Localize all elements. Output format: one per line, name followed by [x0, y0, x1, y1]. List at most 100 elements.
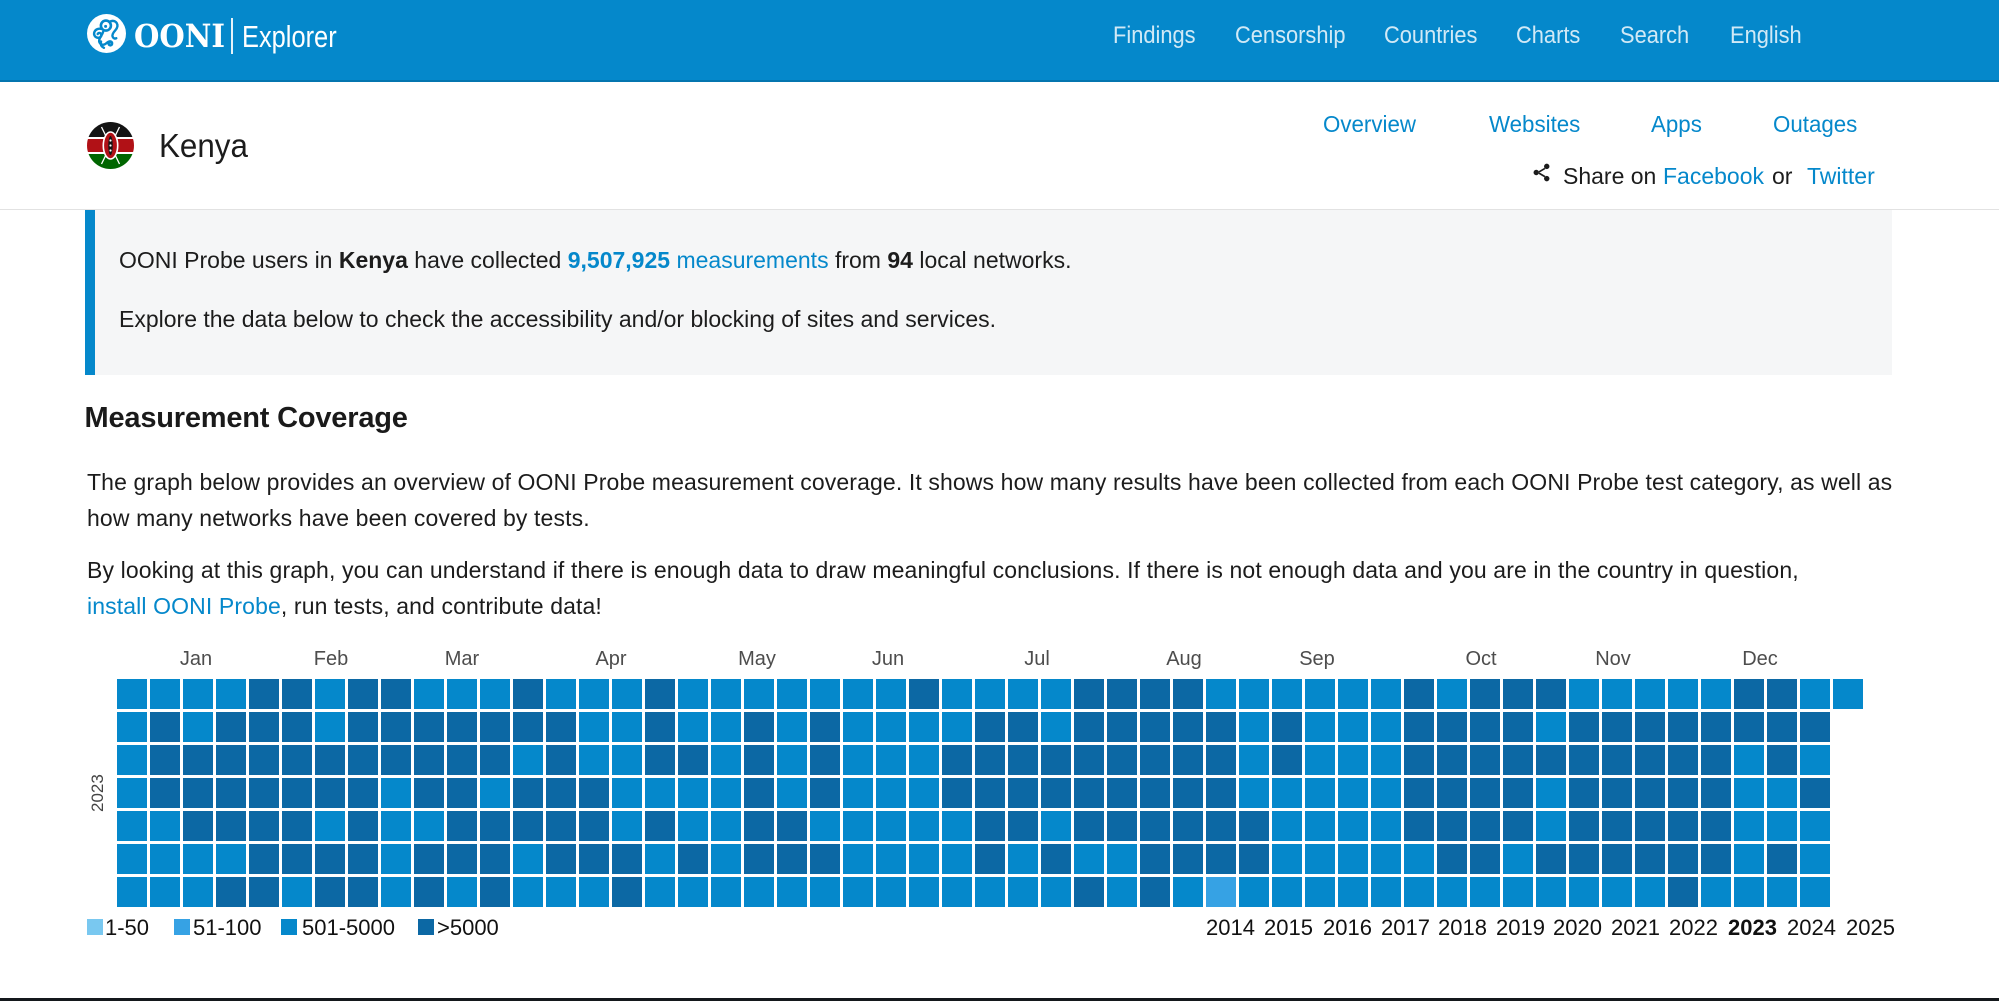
heatmap-cell-w28d1[interactable]: [1008, 679, 1038, 709]
heatmap-cell-w51d4[interactable]: [1767, 778, 1797, 808]
heatmap-cell-w38d1[interactable]: [1338, 679, 1368, 709]
heatmap-cell-w2d6[interactable]: [150, 844, 180, 874]
heatmap-cell-w34d6[interactable]: [1206, 844, 1236, 874]
year-axis-2015[interactable]: 2015: [1264, 917, 1313, 939]
heatmap-cell-w42d4[interactable]: [1470, 778, 1500, 808]
heatmap-cell-w45d5[interactable]: [1569, 811, 1599, 841]
heatmap-cell-w34d1[interactable]: [1206, 679, 1236, 709]
heatmap-cell-w17d6[interactable]: [645, 844, 675, 874]
heatmap-cell-w39d2[interactable]: [1371, 712, 1401, 742]
heatmap-cell-w11d5[interactable]: [447, 811, 477, 841]
heatmap-cell-w28d2[interactable]: [1008, 712, 1038, 742]
heatmap-cell-w11d2[interactable]: [447, 712, 477, 742]
heatmap-cell-w31d6[interactable]: [1107, 844, 1137, 874]
heatmap-cell-w27d6[interactable]: [975, 844, 1005, 874]
heatmap-cell-w10d3[interactable]: [414, 745, 444, 775]
heatmap-cell-w12d1[interactable]: [480, 679, 510, 709]
heatmap-cell-w42d2[interactable]: [1470, 712, 1500, 742]
heatmap-cell-w30d1[interactable]: [1074, 679, 1104, 709]
heatmap-cell-w46d1[interactable]: [1602, 679, 1632, 709]
heatmap-cell-w34d5[interactable]: [1206, 811, 1236, 841]
heatmap-cell-w51d2[interactable]: [1767, 712, 1797, 742]
heatmap-cell-w27d3[interactable]: [975, 745, 1005, 775]
heatmap-cell-w14d4[interactable]: [546, 778, 576, 808]
heatmap-cell-w20d7[interactable]: [744, 877, 774, 907]
heatmap-cell-w41d3[interactable]: [1437, 745, 1467, 775]
heatmap-cell-w46d2[interactable]: [1602, 712, 1632, 742]
heatmap-cell-w49d1[interactable]: [1701, 679, 1731, 709]
heatmap-cell-w16d2[interactable]: [612, 712, 642, 742]
heatmap-cell-w7d6[interactable]: [315, 844, 345, 874]
heatmap-cell-w33d3[interactable]: [1173, 745, 1203, 775]
heatmap-cell-w18d4[interactable]: [678, 778, 708, 808]
heatmap-cell-w17d7[interactable]: [645, 877, 675, 907]
heatmap-cell-w15d3[interactable]: [579, 745, 609, 775]
heatmap-cell-w39d5[interactable]: [1371, 811, 1401, 841]
heatmap-cell-w26d7[interactable]: [942, 877, 972, 907]
heatmap-cell-w34d3[interactable]: [1206, 745, 1236, 775]
heatmap-cell-w3d4[interactable]: [183, 778, 213, 808]
heatmap-cell-w24d2[interactable]: [876, 712, 906, 742]
heatmap-cell-w45d2[interactable]: [1569, 712, 1599, 742]
heatmap-cell-w42d6[interactable]: [1470, 844, 1500, 874]
heatmap-cell-w53d1[interactable]: [1833, 679, 1863, 709]
heatmap-cell-w26d5[interactable]: [942, 811, 972, 841]
heatmap-cell-w28d7[interactable]: [1008, 877, 1038, 907]
heatmap-cell-w42d3[interactable]: [1470, 745, 1500, 775]
heatmap-cell-w22d2[interactable]: [810, 712, 840, 742]
heatmap-cell-w12d3[interactable]: [480, 745, 510, 775]
heatmap-cell-w48d1[interactable]: [1668, 679, 1698, 709]
heatmap-cell-w19d4[interactable]: [711, 778, 741, 808]
heatmap-cell-w38d7[interactable]: [1338, 877, 1368, 907]
heatmap-cell-w4d1[interactable]: [216, 679, 246, 709]
heatmap-cell-w35d6[interactable]: [1239, 844, 1269, 874]
heatmap-cell-w23d3[interactable]: [843, 745, 873, 775]
heatmap-cell-w36d7[interactable]: [1272, 877, 1302, 907]
heatmap-cell-w52d2[interactable]: [1800, 712, 1830, 742]
heatmap-cell-w12d7[interactable]: [480, 877, 510, 907]
heatmap-cell-w52d5[interactable]: [1800, 811, 1830, 841]
heatmap-cell-w1d1[interactable]: [117, 679, 147, 709]
year-axis-2018[interactable]: 2018: [1438, 917, 1487, 939]
heatmap-cell-w5d1[interactable]: [249, 679, 279, 709]
heatmap-cell-w36d3[interactable]: [1272, 745, 1302, 775]
heatmap-cell-w26d6[interactable]: [942, 844, 972, 874]
heatmap-cell-w25d6[interactable]: [909, 844, 939, 874]
heatmap-cell-w4d4[interactable]: [216, 778, 246, 808]
heatmap-cell-w7d3[interactable]: [315, 745, 345, 775]
heatmap-cell-w7d7[interactable]: [315, 877, 345, 907]
heatmap-cell-w3d3[interactable]: [183, 745, 213, 775]
heatmap-cell-w50d3[interactable]: [1734, 745, 1764, 775]
year-axis-2017[interactable]: 2017: [1381, 917, 1430, 939]
heatmap-cell-w21d3[interactable]: [777, 745, 807, 775]
heatmap-cell-w40d5[interactable]: [1404, 811, 1434, 841]
heatmap-cell-w23d1[interactable]: [843, 679, 873, 709]
heatmap-cell-w47d4[interactable]: [1635, 778, 1665, 808]
heatmap-cell-w47d6[interactable]: [1635, 844, 1665, 874]
heatmap-cell-w44d5[interactable]: [1536, 811, 1566, 841]
heatmap-cell-w13d5[interactable]: [513, 811, 543, 841]
heatmap-cell-w17d3[interactable]: [645, 745, 675, 775]
heatmap-cell-w3d5[interactable]: [183, 811, 213, 841]
heatmap-cell-w21d5[interactable]: [777, 811, 807, 841]
heatmap-cell-w34d7[interactable]: [1206, 877, 1236, 907]
heatmap-cell-w30d5[interactable]: [1074, 811, 1104, 841]
heatmap-cell-w37d7[interactable]: [1305, 877, 1335, 907]
heatmap-cell-w37d6[interactable]: [1305, 844, 1335, 874]
heatmap-cell-w43d2[interactable]: [1503, 712, 1533, 742]
heatmap-cell-w20d5[interactable]: [744, 811, 774, 841]
heatmap-cell-w20d4[interactable]: [744, 778, 774, 808]
heatmap-cell-w35d2[interactable]: [1239, 712, 1269, 742]
heatmap-cell-w39d6[interactable]: [1371, 844, 1401, 874]
heatmap-cell-w35d4[interactable]: [1239, 778, 1269, 808]
heatmap-cell-w32d5[interactable]: [1140, 811, 1170, 841]
heatmap-cell-w27d5[interactable]: [975, 811, 1005, 841]
heatmap-cell-w37d5[interactable]: [1305, 811, 1335, 841]
heatmap-cell-w32d4[interactable]: [1140, 778, 1170, 808]
heatmap-cell-w31d7[interactable]: [1107, 877, 1137, 907]
heatmap-cell-w4d5[interactable]: [216, 811, 246, 841]
heatmap-cell-w19d1[interactable]: [711, 679, 741, 709]
heatmap-cell-w25d5[interactable]: [909, 811, 939, 841]
heatmap-cell-w39d1[interactable]: [1371, 679, 1401, 709]
heatmap-cell-w23d7[interactable]: [843, 877, 873, 907]
